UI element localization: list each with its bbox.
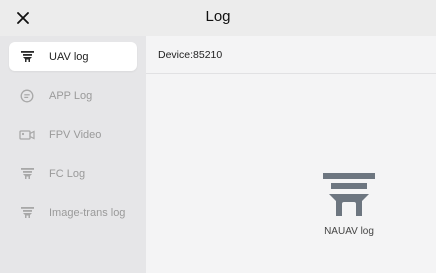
log-entry-label: NAUAV log [324, 226, 374, 237]
drone-icon [19, 49, 35, 65]
sidebar-item-label: UAV log [49, 50, 89, 63]
sidebar: UAV log APP Log FPV Video FC Log Image-t… [0, 36, 146, 273]
sidebar-item-fpv-video[interactable]: FPV Video [9, 120, 137, 149]
log-content: Device:85210 NAUAV log [146, 36, 436, 273]
sidebar-item-label: FC Log [49, 167, 86, 180]
drone-icon [19, 166, 35, 182]
sidebar-item-uav-log[interactable]: UAV log [9, 42, 137, 71]
sidebar-item-app-log[interactable]: APP Log [9, 81, 137, 110]
page-title: Log [205, 8, 231, 25]
sidebar-item-label: FPV Video [49, 128, 102, 141]
camera-icon [19, 127, 35, 143]
drone-icon [323, 173, 375, 216]
header: Log [0, 0, 436, 36]
log-screen: Log UAV log APP Log FPV Video FC Log Ima… [0, 0, 436, 273]
sidebar-item-label: APP Log [49, 89, 93, 102]
device-label: Device:85210 [146, 36, 436, 74]
sidebar-item-image-trans-log[interactable]: Image-trans log [9, 198, 137, 227]
chat-icon [19, 88, 35, 104]
sidebar-item-fc-log[interactable]: FC Log [9, 159, 137, 188]
drone-icon [19, 205, 35, 221]
sidebar-item-label: Image-trans log [49, 206, 126, 219]
log-entry-nauav[interactable]: NAUAV log [304, 172, 394, 262]
